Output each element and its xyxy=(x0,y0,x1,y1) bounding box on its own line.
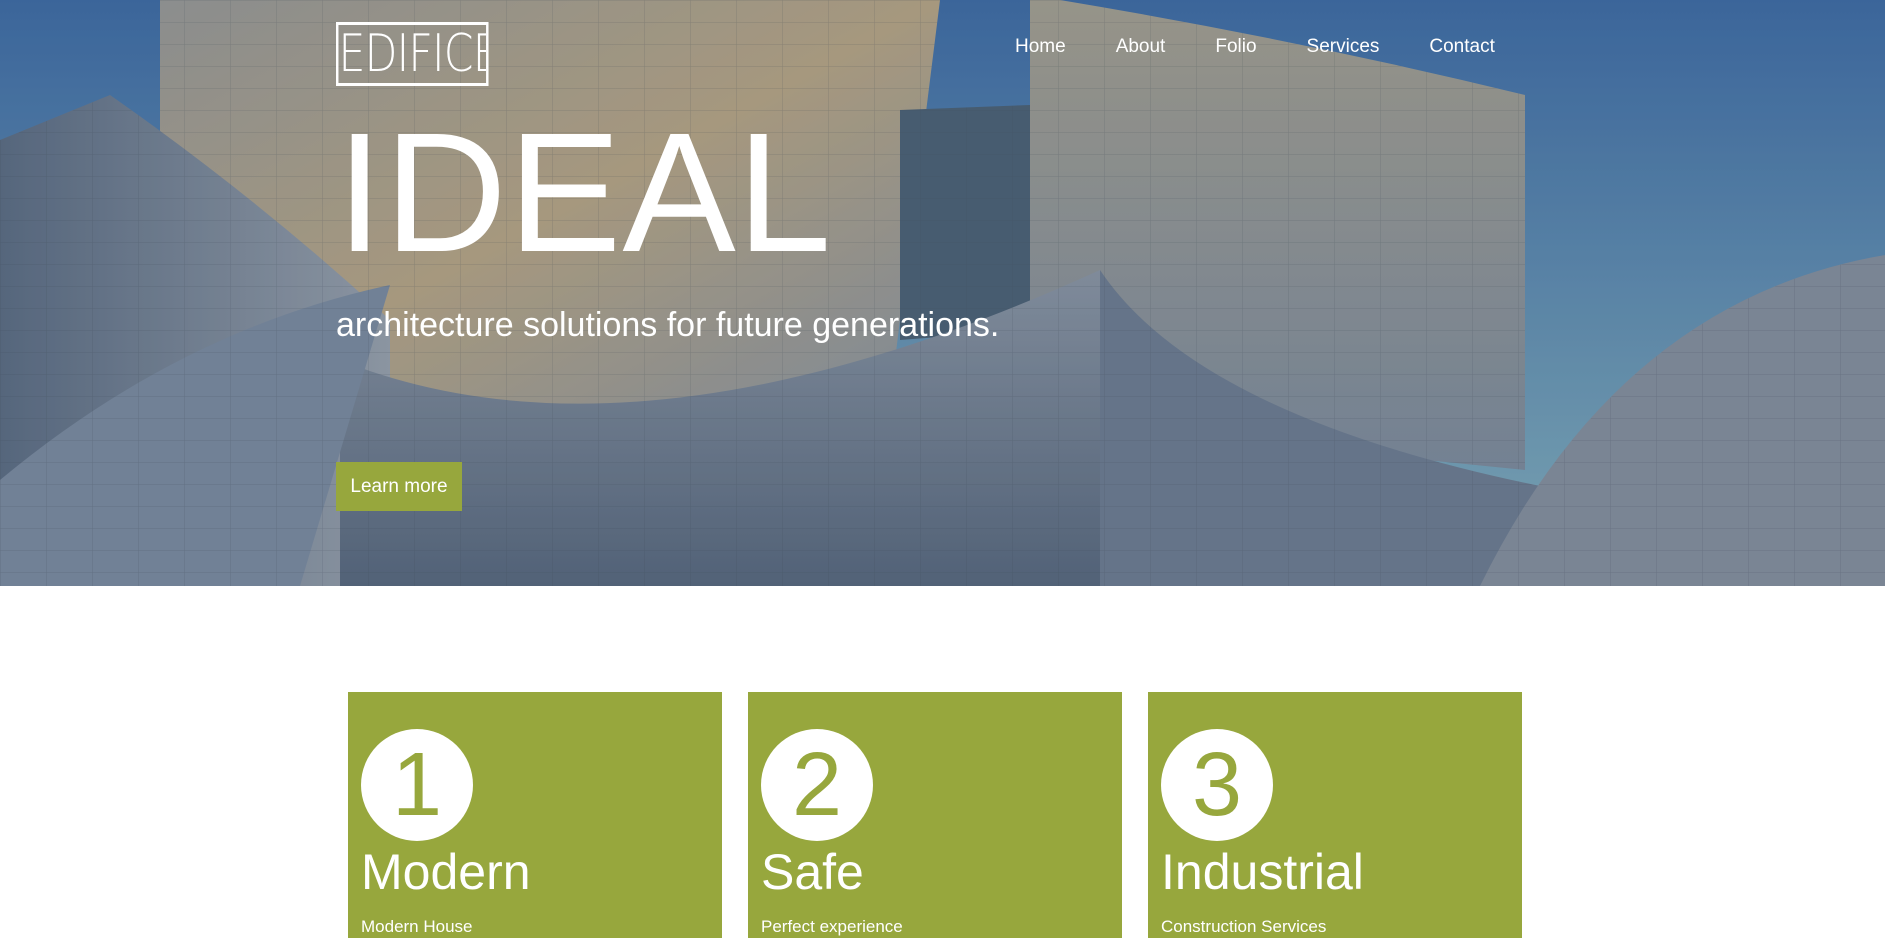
feature-description: Modern House xyxy=(361,917,473,936)
feature-number-badge: 2 xyxy=(761,729,873,841)
page: EDIFICE Home About Folio Services Contac… xyxy=(0,0,1885,938)
feature-title: Safe xyxy=(761,844,864,900)
feature-title: Modern xyxy=(361,844,531,900)
feature-card-modern: 1 Modern Modern House xyxy=(348,692,722,938)
feature-card-industrial: 3 Industrial Construction Services xyxy=(1148,692,1522,938)
feature-description: Construction Services xyxy=(1161,917,1327,936)
features-section: 1 Modern Modern House 2 Safe Perfect exp… xyxy=(348,692,1522,938)
hero-title: IDEAL xyxy=(336,98,833,288)
hero-background-image xyxy=(0,0,1885,586)
hero-subtitle: architecture solutions for future genera… xyxy=(336,306,1000,344)
logo[interactable]: EDIFICE xyxy=(336,22,489,86)
nav-contact[interactable]: Contact xyxy=(1429,34,1494,60)
feature-number-badge: 1 xyxy=(361,729,473,841)
nav-folio[interactable]: Folio xyxy=(1215,34,1256,60)
feature-number-badge: 3 xyxy=(1161,729,1273,841)
feature-description: Perfect experience xyxy=(761,917,903,936)
nav-home[interactable]: Home xyxy=(1015,34,1066,60)
hero-section: EDIFICE Home About Folio Services Contac… xyxy=(0,0,1885,586)
learn-more-button[interactable]: Learn more xyxy=(336,462,462,511)
nav-about[interactable]: About xyxy=(1116,34,1166,60)
main-nav: Home About Folio Services Contact xyxy=(1015,34,1495,60)
feature-card-safe: 2 Safe Perfect experience xyxy=(748,692,1122,938)
feature-title: Industrial xyxy=(1161,844,1364,900)
nav-services[interactable]: Services xyxy=(1307,34,1380,60)
